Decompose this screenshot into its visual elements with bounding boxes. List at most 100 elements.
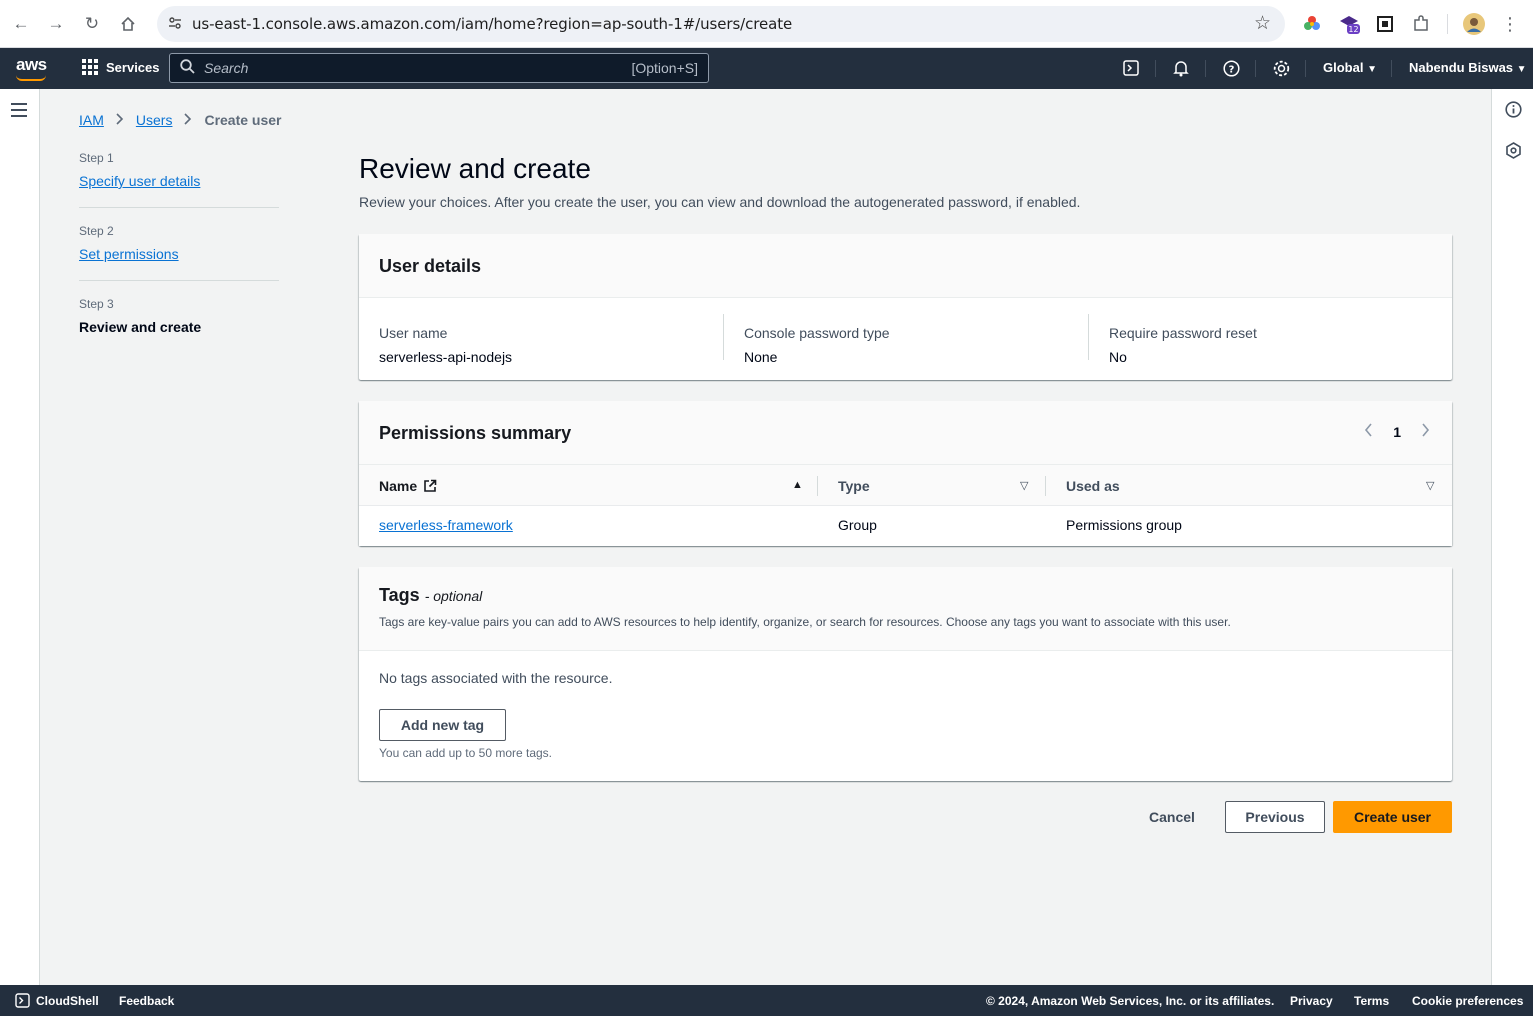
left-navigation-rail [0,89,40,985]
main-content: IAM Users Create user Step 1 Specify use… [41,89,1491,985]
right-tools-rail [1491,89,1533,985]
tags-title: Tags [379,585,420,605]
column-header-used-as[interactable]: Used as [1066,465,1120,506]
wizard-steps: Step 1 Specify user details Step 2 Set p… [79,151,279,370]
breadcrumb-current: Create user [204,112,282,128]
tags-header: Tags - optional Tags are key-value pairs… [359,567,1452,651]
column-divider [723,314,724,360]
add-new-tag-button[interactable]: Add new tag [379,709,506,741]
tags-description: Tags are key-value pairs you can add to … [379,615,1231,629]
services-menu[interactable]: Services [82,59,160,75]
previous-button[interactable]: Previous [1225,801,1325,833]
field-label: User name [379,325,448,341]
sort-icon[interactable]: ▽ [1020,479,1028,492]
field-value: No [1109,349,1127,365]
back-icon[interactable]: ← [9,12,33,36]
wizard-step-2: Step 2 Set permissions [79,224,279,281]
column-label: Name [379,477,418,494]
user-details-card: User details User name serverless-api-no… [359,234,1452,380]
chevron-right-icon [184,112,192,128]
tags-optional-label: - optional [424,588,483,604]
info-icon[interactable] [1504,100,1522,118]
feedback-hexagon-icon[interactable] [1504,141,1522,159]
permissions-table: Name ▲ Type ▽ Used as ▽ serverless-frame… [359,465,1452,546]
region-selector[interactable]: Global ▼ [1323,60,1377,75]
search-input[interactable]: Search [Option+S] [169,53,709,83]
user-details-title: User details [379,256,482,276]
wizard-step-3: Step 3 Review and create [79,297,279,354]
privacy-link[interactable]: Privacy [1290,994,1333,1008]
sort-ascending-icon[interactable]: ▲ [792,479,803,491]
help-icon[interactable]: ? [1220,57,1242,79]
external-link-icon [423,479,437,493]
permissions-summary-card: Permissions summary 1 Name ▲ Type ▽ Used… [359,401,1452,546]
bookmark-star-icon[interactable]: ☆ [1254,12,1271,35]
tags-card: Tags - optional Tags are key-value pairs… [359,567,1452,781]
permissions-title: Permissions summary [379,423,572,443]
cloudshell-label: CloudShell [36,993,99,1008]
svg-text:?: ? [1228,64,1234,75]
field-label: Console password type [744,325,890,341]
user-details-header: User details [359,234,1452,298]
column-label: Type [838,477,870,494]
field-label: Require password reset [1109,325,1257,341]
extensions-puzzle-icon[interactable] [1409,12,1433,36]
page-description: Review your choices. After you create th… [359,194,1081,210]
create-user-button[interactable]: Create user [1333,801,1452,833]
search-placeholder: Search [204,60,249,76]
aws-top-nav: aws Services Search [Option+S] ? Global … [0,48,1533,89]
caret-down-icon: ▼ [1516,64,1527,75]
address-bar[interactable]: us-east-1.console.aws.amazon.com/iam/hom… [157,6,1285,42]
browser-toolbar: ← → ↻ us-east-1.console.aws.amazon.com/i… [0,0,1533,48]
user-name-field: User name serverless-api-nodejs [379,325,512,365]
step-number: Step 1 [79,151,114,165]
used-as-cell: Permissions group [1066,517,1182,533]
cloudshell-icon[interactable] [1120,57,1142,79]
site-settings-icon[interactable] [167,15,183,31]
breadcrumb: IAM Users Create user [79,112,282,128]
breadcrumb-users[interactable]: Users [136,112,173,128]
chevron-right-icon [116,112,124,128]
cancel-button[interactable]: Cancel [1133,801,1211,833]
forward-icon[interactable]: → [44,12,68,36]
table-header-row: Name ▲ Type ▽ Used as ▽ [359,465,1452,506]
reload-icon[interactable]: ↻ [80,12,104,36]
console-password-type-field: Console password type None [744,325,890,365]
console-footer: CloudShell Feedback © 2024, Amazon Web S… [0,985,1533,1016]
notifications-bell-icon[interactable] [1170,57,1192,79]
step-link-specify-user-details[interactable]: Specify user details [79,173,279,189]
cloudshell-footer-button[interactable]: CloudShell [15,993,99,1008]
page-number[interactable]: 1 [1393,424,1401,440]
sort-icon[interactable]: ▽ [1426,479,1434,492]
screen-extension-icon[interactable] [1373,12,1397,36]
type-cell: Group [838,517,877,533]
aws-logo[interactable]: aws [16,55,47,75]
chevron-left-icon[interactable] [1364,421,1373,442]
step-current-label: Review and create [79,319,202,335]
profile-avatar[interactable] [1462,12,1486,36]
column-divider [1088,314,1089,360]
column-header-type[interactable]: Type [838,465,870,506]
browser-menu-icon[interactable]: ⋮ [1498,12,1522,36]
nav-divider [1205,60,1206,77]
cookie-preferences-link[interactable]: Cookie preferences [1412,994,1523,1008]
column-divider [1045,476,1046,496]
nav-divider [1255,60,1256,77]
step-link-set-permissions[interactable]: Set permissions [79,246,279,262]
terms-link[interactable]: Terms [1354,994,1389,1008]
home-icon[interactable] [116,12,140,36]
column-label: Used as [1066,477,1120,494]
services-grid-icon [82,59,98,75]
column-header-name[interactable]: Name [379,465,437,506]
badge-extension-icon[interactable]: 12 [1337,12,1361,36]
color-extension-icon[interactable] [1300,12,1324,36]
account-menu[interactable]: Nabendu Biswas ▼ [1409,60,1527,75]
breadcrumb-iam[interactable]: IAM [79,112,104,128]
settings-gear-icon[interactable] [1270,57,1292,79]
user-details-body: User name serverless-api-nodejs Console … [359,298,1452,380]
group-name-link[interactable]: serverless-framework [379,517,513,533]
feedback-link[interactable]: Feedback [119,994,174,1008]
hamburger-menu-icon[interactable] [11,103,27,121]
chevron-right-icon[interactable] [1421,421,1430,442]
toolbar-divider [1447,14,1448,34]
